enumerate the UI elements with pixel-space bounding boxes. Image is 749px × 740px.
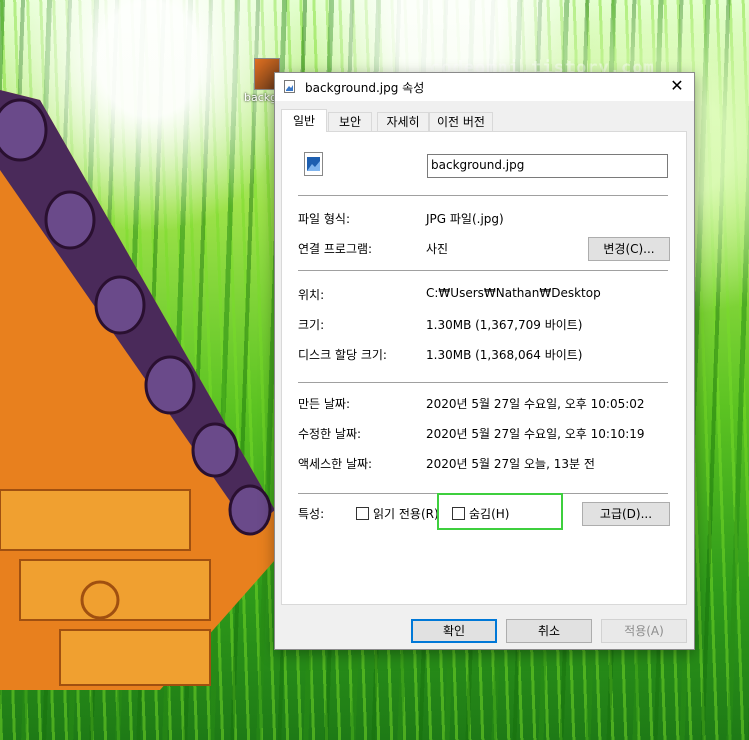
cancel-button[interactable]: 취소	[506, 619, 592, 643]
desktop-file-icon[interactable]: backg	[244, 58, 280, 104]
divider	[298, 270, 668, 271]
tab-details[interactable]: 자세히	[377, 112, 429, 131]
location-label: 위치:	[298, 288, 325, 302]
created-label: 만든 날짜:	[298, 397, 351, 411]
ok-button[interactable]: 확인	[411, 619, 497, 643]
divider	[298, 195, 668, 196]
size-on-disk-label: 디스크 할당 크기:	[298, 348, 387, 362]
file-name-input[interactable]: background.jpg	[427, 154, 668, 178]
general-panel: background.jpg 파일 형식: JPG 파일(.jpg) 연결 프로…	[281, 131, 687, 605]
size-label: 크기:	[298, 318, 325, 332]
created-value: 2020년 5월 27일 수요일, 오후 10:05:02	[426, 397, 645, 411]
desktop-wallpaper-roof	[0, 90, 275, 690]
size-value: 1.30MB (1,367,709 바이트)	[426, 318, 583, 332]
location-value: C:₩Users₩Nathan₩Desktop	[426, 286, 601, 300]
divider	[298, 382, 668, 383]
opens-with-label: 연결 프로그램:	[298, 242, 373, 256]
accessed-value: 2020년 5월 27일 오늘, 13분 전	[426, 457, 595, 471]
readonly-checkbox-label: 읽기 전용(R)	[373, 507, 439, 521]
image-file-icon	[284, 80, 295, 93]
dialog-title: background.jpg 속성	[305, 81, 425, 95]
modified-label: 수정한 날짜:	[298, 427, 362, 441]
tab-previous-versions[interactable]: 이전 버전	[429, 112, 493, 131]
properties-dialog: background.jpg 속성 ✕ 일반 보안 자세히 이전 버전 back…	[274, 72, 695, 650]
change-button[interactable]: 변경(C)...	[588, 237, 670, 261]
desktop-file-label: backg	[244, 91, 278, 104]
attributes-label: 특성:	[298, 507, 325, 521]
size-on-disk-value: 1.30MB (1,368,064 바이트)	[426, 348, 583, 362]
file-type-value: JPG 파일(.jpg)	[426, 212, 504, 226]
advanced-button[interactable]: 고급(D)...	[582, 502, 670, 526]
tab-security[interactable]: 보안	[328, 112, 372, 131]
hidden-checkbox-highlight	[437, 493, 563, 530]
file-type-label: 파일 형식:	[298, 212, 351, 226]
accessed-label: 액세스한 날짜:	[298, 457, 373, 471]
image-file-large-icon	[304, 152, 323, 176]
readonly-checkbox[interactable]: 읽기 전용(R)	[356, 505, 439, 522]
checkbox-box[interactable]	[356, 507, 369, 520]
opens-with-value: 사진	[426, 242, 449, 256]
dialog-titlebar[interactable]: background.jpg 속성 ✕	[275, 73, 694, 101]
close-icon[interactable]: ✕	[668, 77, 686, 95]
modified-value: 2020년 5월 27일 수요일, 오후 10:10:19	[426, 427, 645, 441]
apply-button[interactable]: 적용(A)	[601, 619, 687, 643]
tab-general[interactable]: 일반	[281, 109, 327, 132]
